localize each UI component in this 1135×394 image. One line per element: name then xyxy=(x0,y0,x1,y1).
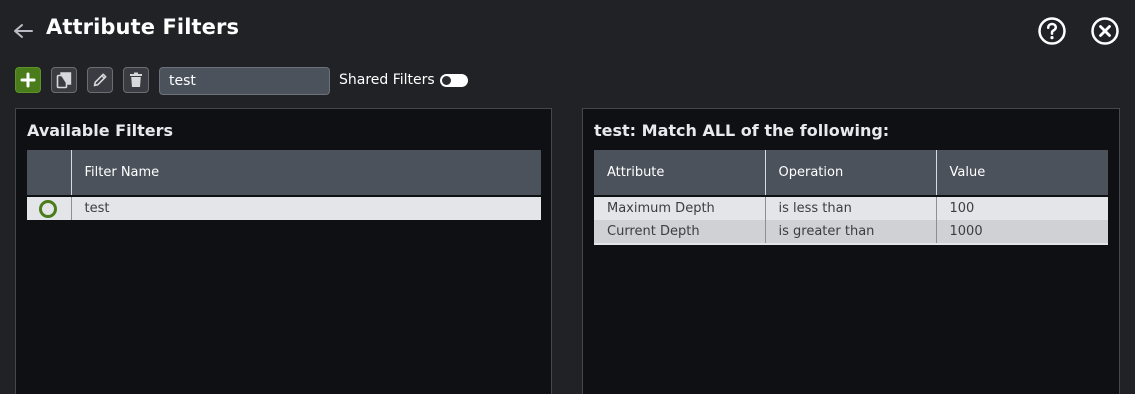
attribute-cell[interactable]: Current Depth xyxy=(594,220,766,245)
column-header-select xyxy=(27,150,72,195)
filter-name-input[interactable] xyxy=(159,67,330,95)
filter-conditions-table: Attribute Operation Value Maximum Depth … xyxy=(594,150,1108,245)
filter-detail-title: test: Match ALL of the following: xyxy=(594,121,890,140)
attribute-filters-dialog: Attribute Filters Shared Filter xyxy=(0,0,1135,394)
table-row[interactable]: test xyxy=(27,197,541,220)
available-filters-table: Filter Name test xyxy=(27,150,541,220)
table-row[interactable]: Current Depth is greater than 1000 xyxy=(594,220,1108,245)
operation-cell[interactable]: is greater than xyxy=(765,220,937,245)
filter-detail-panel: test: Match ALL of the following: Attrib… xyxy=(582,108,1120,394)
trash-icon xyxy=(130,72,142,87)
arrow-left-icon[interactable] xyxy=(11,20,35,42)
table-header-row: Attribute Operation Value xyxy=(594,150,1108,195)
column-header-operation[interactable]: Operation xyxy=(765,150,937,195)
plus-icon xyxy=(20,72,36,88)
add-filter-button[interactable] xyxy=(15,67,41,93)
attribute-cell[interactable]: Maximum Depth xyxy=(594,197,766,220)
copy-icon xyxy=(56,72,72,89)
pencil-icon xyxy=(93,73,107,87)
table-header-row: Filter Name xyxy=(27,150,541,195)
filter-name-cell[interactable]: test xyxy=(71,197,541,220)
available-filters-title: Available Filters xyxy=(27,121,173,140)
column-header-value[interactable]: Value xyxy=(936,150,1108,195)
copy-filter-button[interactable] xyxy=(51,67,77,93)
shared-filters-toggle[interactable] xyxy=(440,74,468,87)
close-circle-icon[interactable] xyxy=(1090,16,1120,46)
shared-filters-label: Shared Filters xyxy=(339,72,435,88)
value-cell[interactable]: 1000 xyxy=(936,220,1108,245)
column-header-filter-name[interactable]: Filter Name xyxy=(71,150,541,195)
selected-radio-icon[interactable] xyxy=(39,199,57,218)
question-circle-icon[interactable] xyxy=(1037,16,1067,46)
edit-filter-button[interactable] xyxy=(87,67,113,93)
delete-filter-button[interactable] xyxy=(123,67,149,93)
available-filters-panel: Available Filters Filter Name test xyxy=(15,108,552,394)
page-title: Attribute Filters xyxy=(46,15,240,39)
operation-cell[interactable]: is less than xyxy=(765,197,937,220)
value-cell[interactable]: 100 xyxy=(936,197,1108,220)
column-header-attribute[interactable]: Attribute xyxy=(594,150,766,195)
toggle-knob xyxy=(442,76,451,85)
table-row[interactable]: Maximum Depth is less than 100 xyxy=(594,197,1108,220)
